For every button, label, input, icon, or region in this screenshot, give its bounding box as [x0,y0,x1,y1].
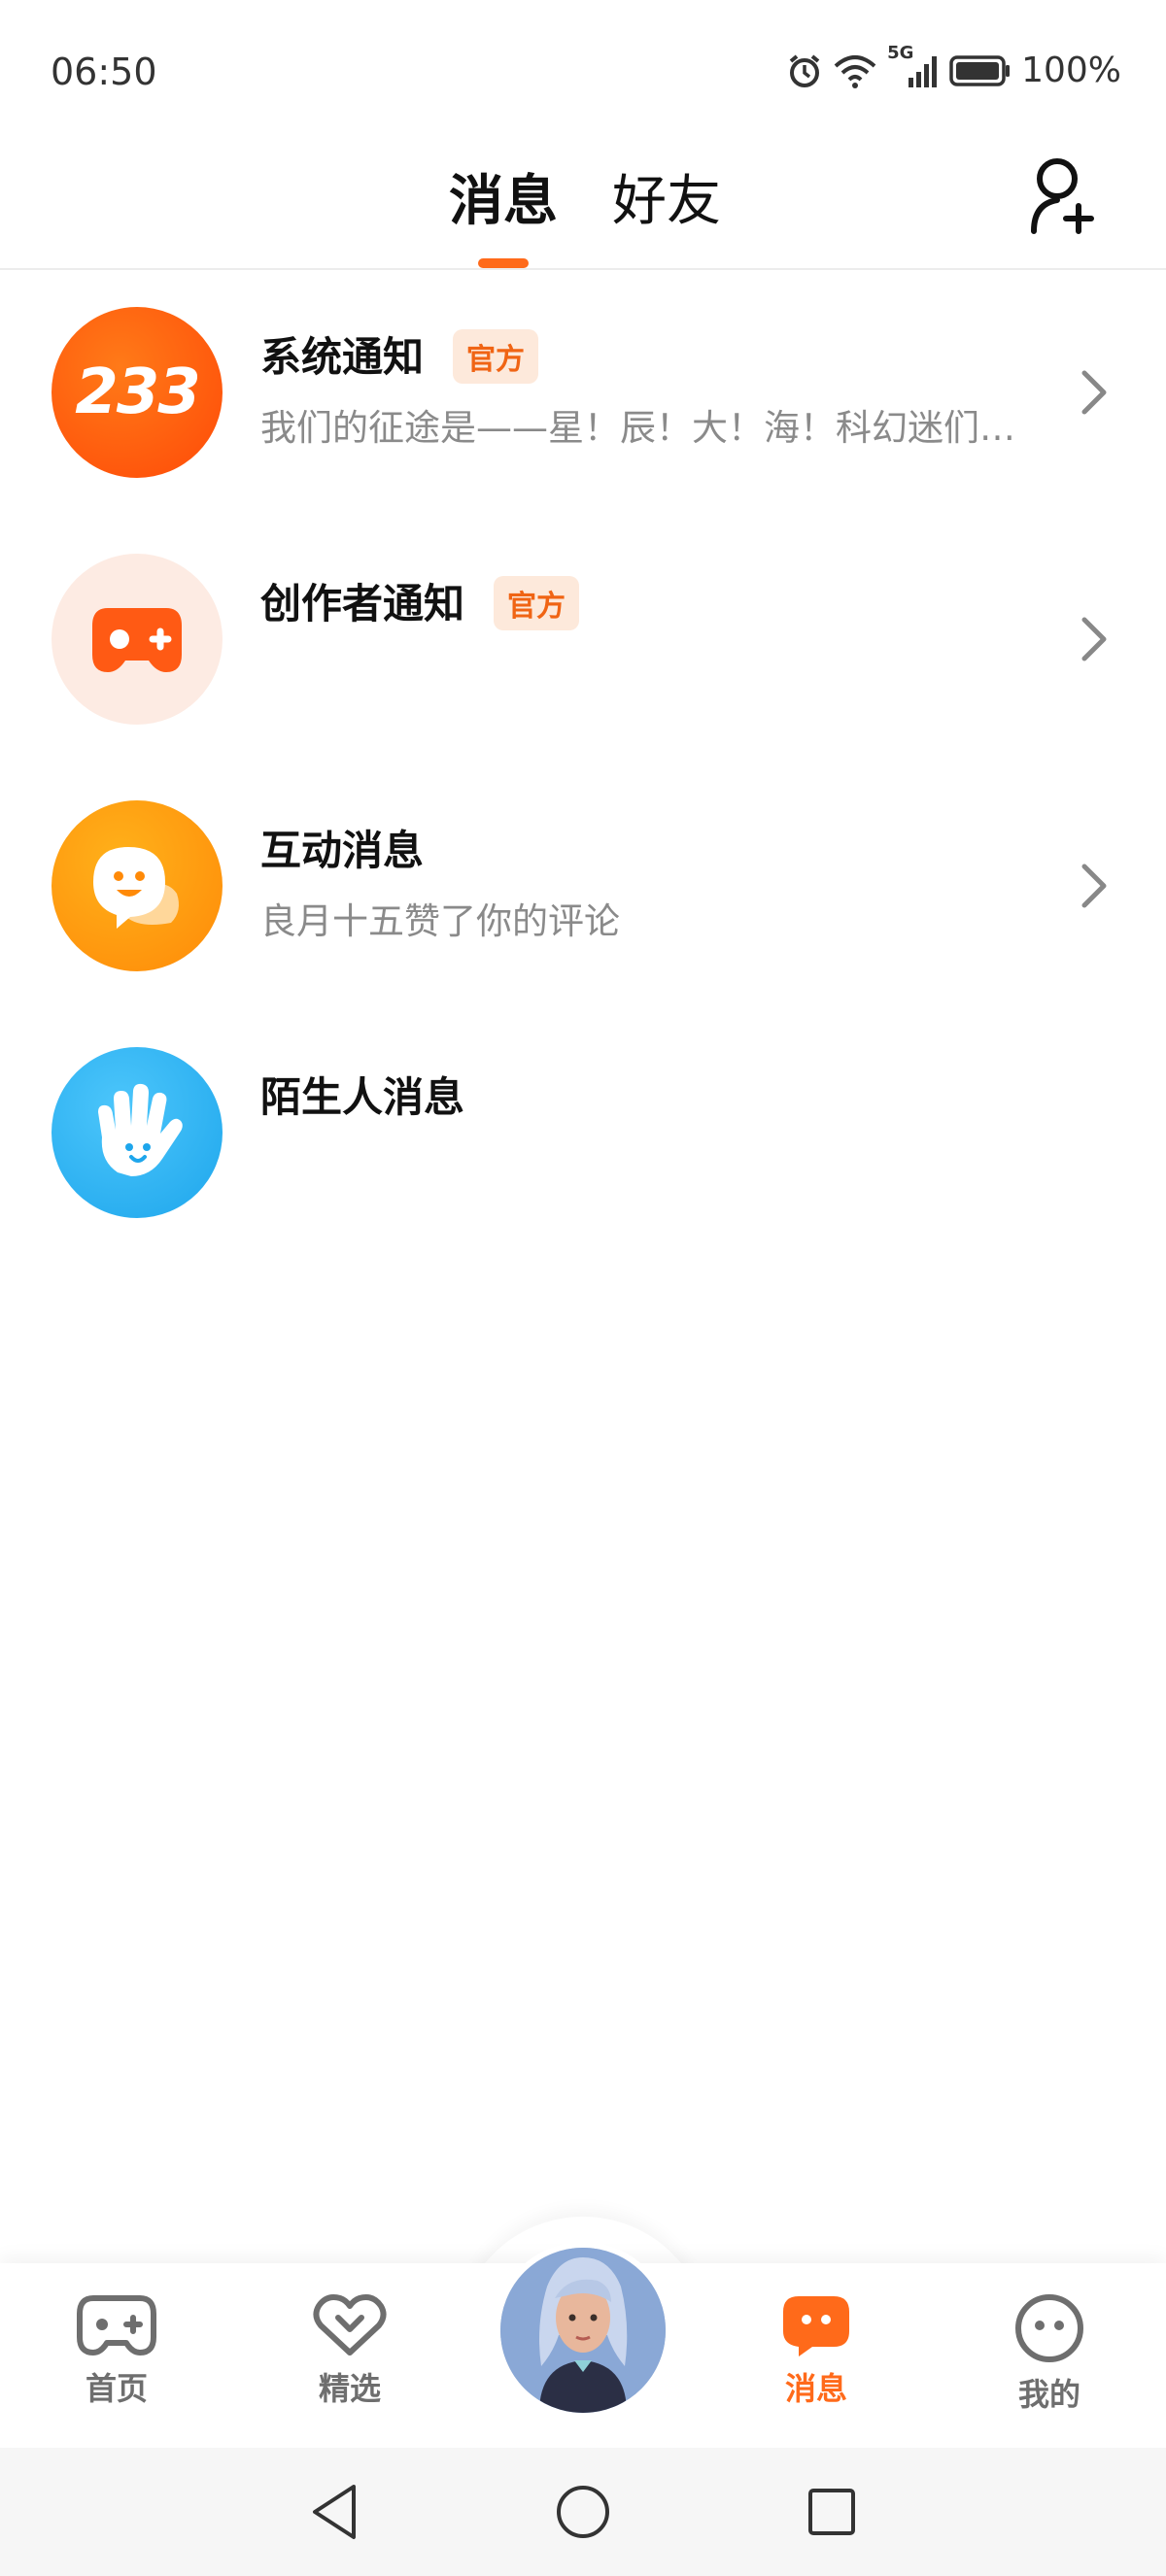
official-badge: 官方 [494,575,580,630]
gamepad-icon [92,608,182,672]
creator-avatar [51,554,223,725]
official-badge: 官方 [453,328,539,384]
status-bar: 06:50 5G 100% [0,0,1166,136]
tab-active-indicator [478,258,529,268]
message-title: 创作者通知 官方 [260,571,580,634]
chat-bubble-icon [93,847,179,929]
message-preview: 良月十五赞了你的评论 [260,900,620,942]
system-avatar: 233 [51,307,223,478]
list-item-system-notice[interactable]: 233 系统通知 官方 我们的征途是——星！辰！大！海！科幻迷们… [0,291,1166,515]
list-item-creator-notice[interactable]: 创作者通知 官方 [0,538,1166,762]
recents-icon[interactable] [803,2481,861,2543]
tab-friends[interactable]: 好友 [612,157,721,236]
nav-item-me[interactable]: 我的 [972,2292,1127,2415]
header: 消息 好友 [0,136,1166,270]
message-preview: 我们的征途是——星！辰！大！海！科幻迷们… [260,407,1015,449]
alarm-icon [789,53,820,87]
nav-label: 首页 [85,2370,148,2407]
title-text: 系统通知 [260,333,425,381]
list-item-stranger-messages[interactable]: 陌生人消息 [0,1032,1166,1255]
nav-item-messages[interactable]: 消息 [738,2292,894,2409]
nav-item-home[interactable]: 首页 [39,2292,194,2409]
message-title: 系统通知 官方 [260,324,539,388]
wifi-icon [834,54,876,88]
interaction-avatar [51,800,223,971]
back-icon[interactable] [307,2481,361,2543]
signal-icon: 5G [887,43,940,89]
stranger-avatar [51,1047,223,1218]
heart-chevron-icon [313,2294,387,2356]
system-nav-bar [0,2448,1166,2576]
add-user-icon[interactable] [1028,155,1100,237]
gamepad-icon [77,2295,156,2356]
nav-item-featured[interactable]: 精选 [272,2292,428,2409]
chevron-right-icon [1081,864,1107,908]
home-icon[interactable] [554,2481,612,2543]
face-icon [1015,2294,1083,2362]
battery-percent: 100% [1021,51,1121,90]
title-text: 创作者通知 [260,580,465,627]
message-title: 互动消息 [260,827,425,874]
message-title: 陌生人消息 [260,1073,465,1121]
chevron-right-icon [1081,370,1107,415]
status-time: 06:50 [51,51,157,93]
status-icons: 5G 100% [786,43,1121,90]
waving-hand-icon [98,1083,183,1176]
battery-icon [949,54,1011,86]
nav-label: 消息 [784,2370,847,2407]
avatar-233-text: 233 [75,356,201,428]
nav-center-character-avatar[interactable] [495,2242,671,2419]
tab-messages[interactable]: 消息 [449,157,558,236]
message-icon [783,2296,849,2356]
chevron-right-icon [1081,617,1107,661]
list-item-interaction-messages[interactable]: 互动消息 良月十五赞了你的评论 [0,785,1166,1008]
nav-label: 精选 [318,2370,381,2407]
character-avatar-image [500,2248,666,2413]
nav-label: 我的 [1017,2376,1080,2413]
